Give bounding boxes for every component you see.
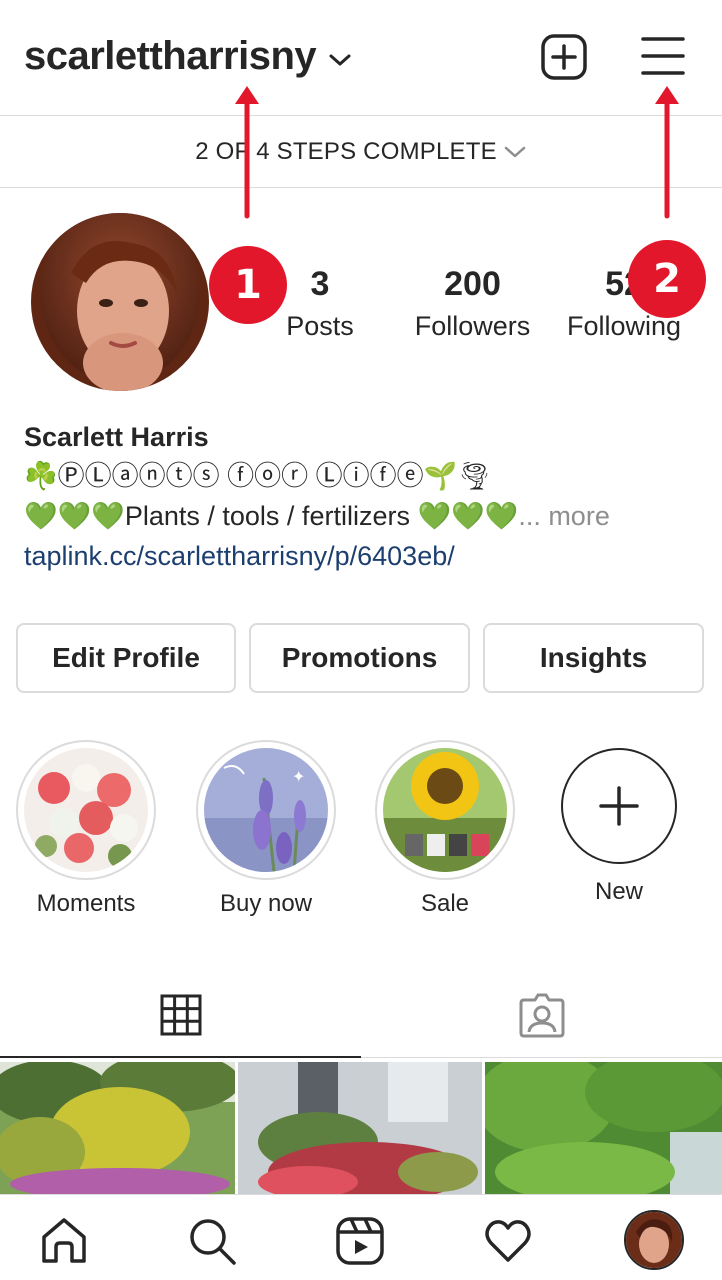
annotation-arrow-1 — [235, 86, 259, 219]
plus-square-icon[interactable] — [540, 33, 588, 81]
top-header: scarlettharrisny — [0, 0, 722, 116]
tagged-person-icon — [519, 993, 564, 1038]
chevron-down-icon — [329, 54, 351, 65]
highlight-buy-now-image: ✦ — [204, 748, 328, 872]
steps-complete-bar[interactable]: 2 OF 4 STEPS COMPLETE — [0, 116, 722, 188]
promotions-button[interactable]: Promotions — [249, 623, 470, 693]
highlight-moments[interactable]: Moments — [16, 740, 156, 918]
grid-post-1[interactable] — [0, 1062, 235, 1194]
highlight-new-label: New — [594, 878, 643, 905]
bottom-navigation — [0, 1194, 722, 1280]
username-title: scarlettharrisny — [24, 34, 317, 78]
home-icon[interactable] — [38, 1215, 90, 1267]
highlight-moments-label: Moments — [36, 890, 136, 917]
display-name: Scarlett Harris — [24, 422, 209, 452]
grid-post-3[interactable] — [485, 1062, 722, 1194]
search-icon[interactable] — [186, 1215, 238, 1267]
bio-line-2: 💚💚💚Plants / tools / fertilizers 💚💚💚... m… — [24, 496, 704, 536]
profile-bio: Scarlett Harris ☘️ⓅⓁⓐⓝⓣⓢ ⓕⓞⓡ Ⓛⓘⓕⓔ🌱🌪 💚💚💚P… — [24, 418, 704, 576]
followers-count: 200 — [444, 265, 501, 303]
reels-icon[interactable] — [334, 1215, 386, 1267]
hamburger-menu-icon[interactable] — [640, 33, 686, 79]
annotation-badge-1: 1 — [209, 246, 287, 324]
tab-tagged[interactable] — [361, 972, 722, 1058]
active-tab-indicator — [0, 1056, 361, 1058]
bio-line-1: ☘️ⓅⓁⓐⓝⓣⓢ ⓕⓞⓡ Ⓛⓘⓕⓔ🌱🌪 — [24, 461, 492, 491]
profile-avatar[interactable] — [624, 1210, 684, 1270]
followers-stat[interactable]: 200 Followers — [400, 262, 545, 346]
highlight-sale[interactable]: Sale — [375, 740, 515, 918]
posts-label: Posts — [286, 311, 354, 341]
grid-icon — [160, 994, 201, 1036]
tab-grid[interactable] — [0, 972, 361, 1058]
bio-website-link[interactable]: taplink.cc/scarlettharrisny/p/6403eb/ — [24, 536, 704, 576]
highlight-sale-image — [383, 748, 507, 872]
highlight-new[interactable]: New — [549, 740, 689, 906]
highlight-ring — [375, 740, 515, 880]
bio-line-2-text: 💚💚💚Plants / tools / fertilizers 💚💚💚 — [24, 501, 519, 531]
followers-label: Followers — [414, 311, 531, 341]
plus-icon — [599, 786, 639, 826]
highlight-sale-label: Sale — [420, 890, 470, 917]
chevron-down-icon — [504, 146, 526, 157]
highlight-ring — [16, 740, 156, 880]
new-highlight-ring — [561, 748, 677, 864]
svg-text:✦: ✦ — [292, 769, 305, 786]
highlight-moments-image — [24, 748, 148, 872]
insights-button[interactable]: Insights — [483, 623, 704, 693]
bio-more-link[interactable]: ... more — [518, 501, 610, 531]
highlight-buy-now[interactable]: ✦ Buy now — [196, 740, 336, 918]
heart-icon[interactable] — [482, 1215, 534, 1267]
edit-profile-button[interactable]: Edit Profile — [16, 623, 236, 693]
account-switcher[interactable]: scarlettharrisny — [24, 34, 352, 79]
highlight-buy-now-label: Buy now — [219, 890, 313, 917]
grid-post-2[interactable] — [238, 1062, 482, 1194]
annotation-badge-2: 2 — [628, 240, 706, 318]
profile-picture[interactable] — [31, 213, 209, 391]
highlight-ring: ✦ — [196, 740, 336, 880]
annotation-arrow-2 — [655, 86, 679, 219]
